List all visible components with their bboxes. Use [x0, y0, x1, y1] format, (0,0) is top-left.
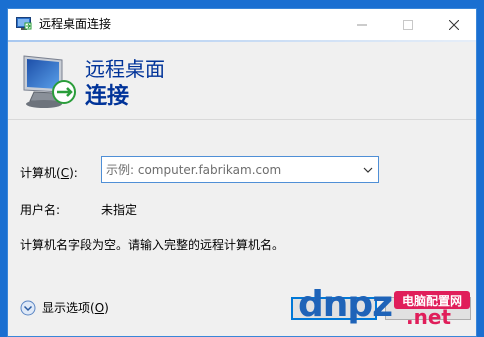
username-label: 用户名: — [20, 203, 61, 217]
chevron-down-icon[interactable] — [362, 164, 374, 176]
show-options-label: 显示选项(O) — [42, 301, 109, 315]
minimize-icon — [357, 24, 367, 25]
site-watermark: dnpz 电脑配置网 .net — [298, 284, 474, 331]
header-banner: 远程桌面 连接 — [8, 40, 476, 119]
computer-label-suffix: ): — [69, 166, 78, 180]
window-title: 远程桌面连接 — [39, 17, 112, 31]
username-value: 未指定 — [101, 203, 138, 217]
banner-title-remote-desktop: 远程桌面 — [85, 57, 165, 81]
close-button[interactable] — [431, 9, 476, 40]
show-options-accelerator: O — [94, 301, 105, 315]
banner-accent-line — [8, 40, 476, 42]
close-icon — [449, 19, 459, 30]
computer-combobox[interactable] — [101, 156, 379, 183]
minimize-button[interactable] — [339, 9, 385, 40]
maximize-button[interactable] — [385, 9, 431, 40]
hint-message: 计算机名字段为空。请输入完整的远程计算机名。 — [20, 238, 285, 252]
computer-input[interactable] — [102, 157, 356, 182]
watermark-brand: dnpz — [298, 284, 393, 325]
show-options-toggle[interactable]: 显示选项(O) — [20, 300, 109, 316]
computer-label-accelerator: C — [60, 166, 70, 180]
maximize-icon — [403, 19, 413, 30]
watermark-tld: .net — [406, 305, 451, 329]
title-bar[interactable]: 远程桌面连接 — [8, 9, 476, 40]
expand-circle-icon — [20, 300, 36, 316]
remote-desktop-app-icon — [16, 17, 32, 30]
computer-label-prefix: 计算机( — [20, 166, 61, 180]
banner-title-connection: 连接 — [85, 84, 130, 109]
computer-label: 计算机(C): — [20, 166, 78, 180]
remote-desktop-monitor-icon — [23, 55, 76, 108]
show-options-prefix: 显示选项( — [42, 301, 95, 315]
show-options-suffix: ) — [104, 301, 109, 315]
